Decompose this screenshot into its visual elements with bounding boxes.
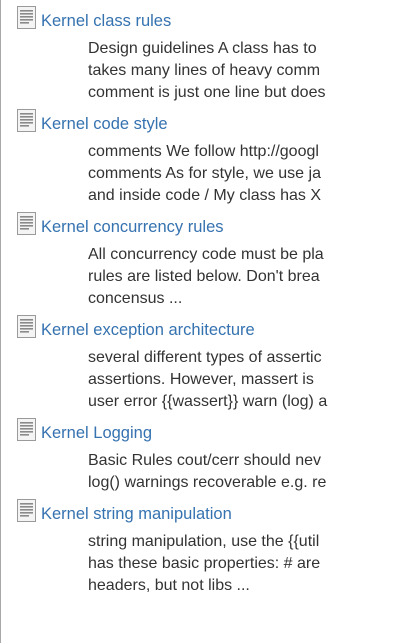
excerpt-line: several different types of assertic (88, 349, 322, 366)
result-excerpt: Design guidelines A class has to takes m… (88, 38, 412, 104)
excerpt-line: rules are listed below. Don't brea (88, 268, 320, 285)
result-title-link[interactable]: Kernel concurrency rules (41, 217, 224, 237)
result-excerpt: All concurrency code must be pla rules a… (88, 244, 412, 310)
excerpt-line: has these basic properties: # are (88, 555, 321, 572)
document-icon (17, 212, 36, 235)
document-icon (17, 6, 36, 29)
result-excerpt: Basic Rules cout/cerr should nev log() w… (88, 450, 412, 494)
search-result: Kernel exception architecture several di… (9, 309, 412, 412)
result-title-link[interactable]: Kernel exception architecture (41, 320, 255, 340)
result-excerpt: comments We follow http://googl comments… (88, 141, 412, 207)
result-title-link[interactable]: Kernel class rules (41, 11, 171, 31)
excerpt-line: headers, but not libs ... (88, 577, 250, 594)
excerpt-line: comment is just one line but does (88, 84, 326, 101)
search-result: Kernel concurrency rules All concurrency… (9, 206, 412, 309)
search-result: Kernel code style comments We follow htt… (9, 103, 412, 206)
document-icon (17, 418, 36, 441)
excerpt-line: Basic Rules cout/cerr should nev (88, 452, 321, 469)
result-excerpt: several different types of assertic asse… (88, 347, 412, 413)
excerpt-line: All concurrency code must be pla (88, 246, 324, 263)
search-result: Kernel Logging Basic Rules cout/cerr sho… (9, 412, 412, 493)
excerpt-line: comments As for style, we use ja (88, 165, 321, 182)
document-icon (17, 499, 36, 522)
excerpt-line: string manipulation, use the {{util (88, 533, 320, 550)
excerpt-line: Design guidelines A class has to (88, 40, 317, 57)
excerpt-line: takes many lines of heavy comm (88, 62, 321, 79)
result-title-link[interactable]: Kernel code style (41, 114, 168, 134)
result-excerpt: string manipulation, use the {{util has … (88, 531, 412, 597)
search-result: Kernel string manipulation string manipu… (9, 493, 412, 596)
document-icon (17, 109, 36, 132)
excerpt-line: comments We follow http://googl (88, 143, 319, 160)
left-border (0, 0, 1, 643)
excerpt-line: and inside code / My class has X (88, 187, 322, 204)
search-result: Kernel class rules Design guidelines A c… (9, 0, 412, 103)
excerpt-line: user error {{wassert}} warn (log) a (88, 393, 328, 410)
result-title-link[interactable]: Kernel Logging (41, 423, 152, 443)
excerpt-line: log() warnings recoverable e.g. re (88, 474, 327, 491)
excerpt-line: concensus ... (88, 290, 183, 307)
document-icon (17, 315, 36, 338)
search-results: Kernel class rules Design guidelines A c… (9, 0, 412, 643)
result-title-link[interactable]: Kernel string manipulation (41, 504, 232, 524)
excerpt-line: assertions. However, massert is (88, 371, 314, 388)
